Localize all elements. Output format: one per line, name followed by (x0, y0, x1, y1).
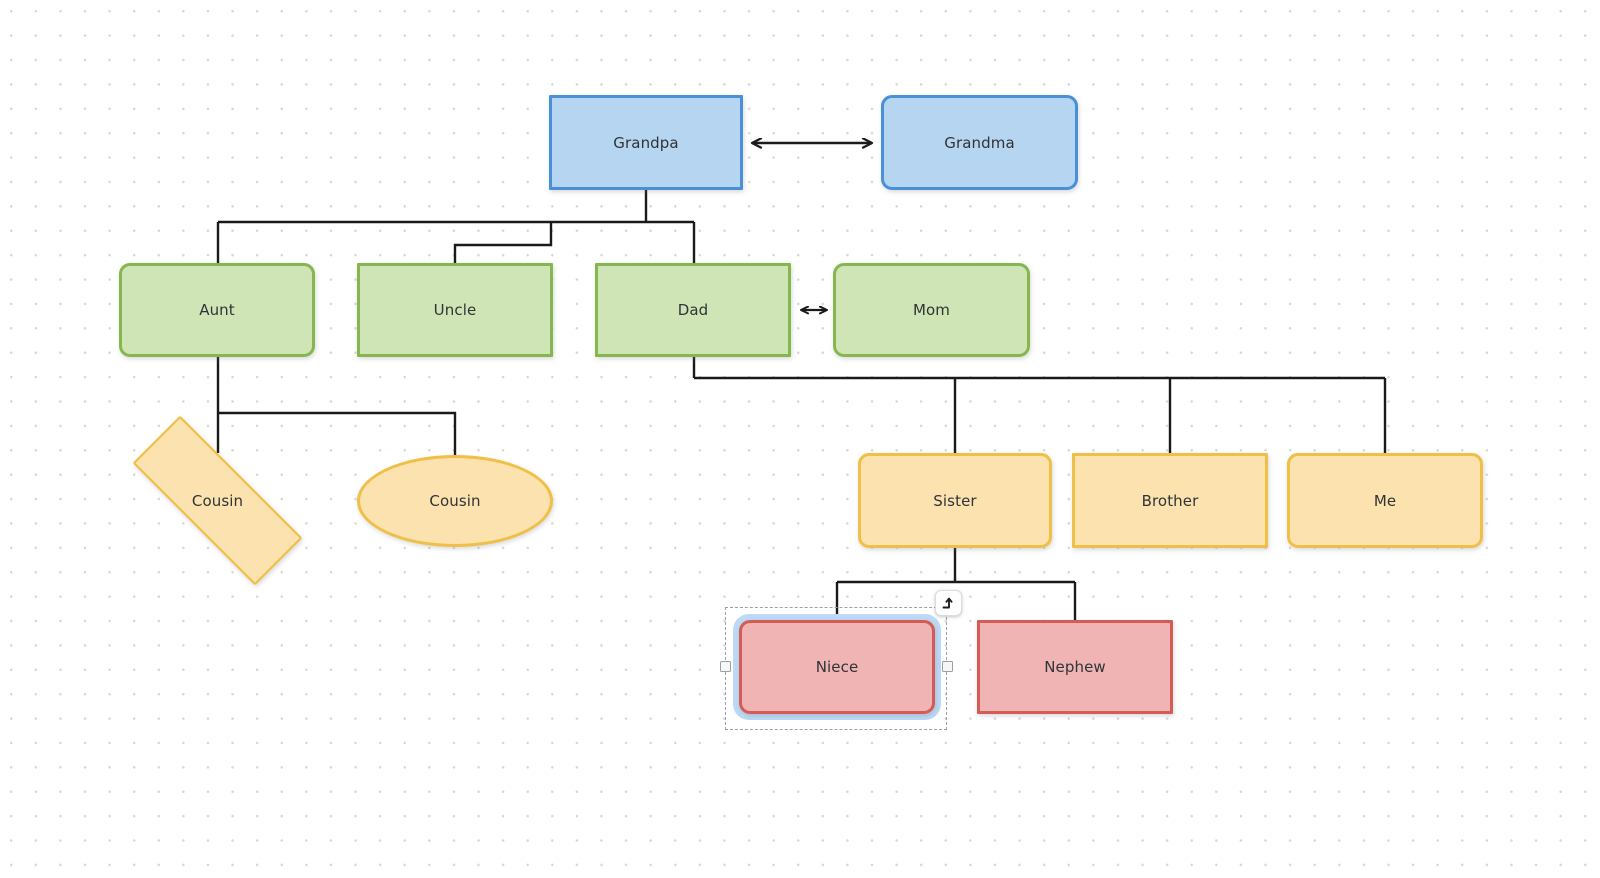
node-uncle[interactable]: Uncle (357, 263, 553, 357)
node-grandpa[interactable]: Grandpa (549, 95, 743, 190)
node-label: Cousin (429, 492, 481, 510)
node-label: Niece (815, 658, 859, 676)
handle-right[interactable] (942, 661, 953, 672)
node-label: Nephew (1044, 658, 1106, 676)
node-cousin-ellipse[interactable]: Cousin (357, 455, 553, 547)
node-label: Grandpa (613, 133, 679, 152)
node-sister[interactable]: Sister (858, 453, 1052, 548)
node-label: Me (1373, 491, 1397, 510)
node-grandma[interactable]: Grandma (881, 95, 1078, 190)
node-brother[interactable]: Brother (1072, 453, 1268, 548)
edge-aunt-cousin2 (218, 411, 457, 455)
node-mom[interactable]: Mom (833, 263, 1030, 357)
node-label: Sister (933, 491, 977, 510)
edge-grandpa-uncle (453, 222, 553, 263)
node-label: Grandma (944, 133, 1015, 152)
node-aunt[interactable]: Aunt (119, 263, 315, 357)
node-me[interactable]: Me (1287, 453, 1483, 548)
node-nephew[interactable]: Nephew (977, 620, 1173, 714)
edges-layer (216, 0, 1387, 620)
handle-left[interactable] (720, 661, 731, 672)
node-cousin-diamond[interactable]: Cousin (95, 415, 340, 586)
node-dad[interactable]: Dad (595, 263, 791, 357)
diamond-shape (132, 415, 303, 586)
arrow-turn-up-icon (942, 597, 953, 609)
node-label: Dad (677, 301, 709, 319)
node-label: Mom (912, 301, 951, 319)
node-label: Uncle (433, 301, 477, 319)
diagram-canvas[interactable]: Grandpa Grandma Aunt Uncle Dad Mom Cousi… (0, 0, 1600, 878)
add-edge-button[interactable] (935, 590, 962, 616)
node-niece[interactable]: Niece (739, 620, 935, 714)
node-label: Aunt (199, 301, 235, 319)
node-label: Brother (1141, 491, 1199, 510)
